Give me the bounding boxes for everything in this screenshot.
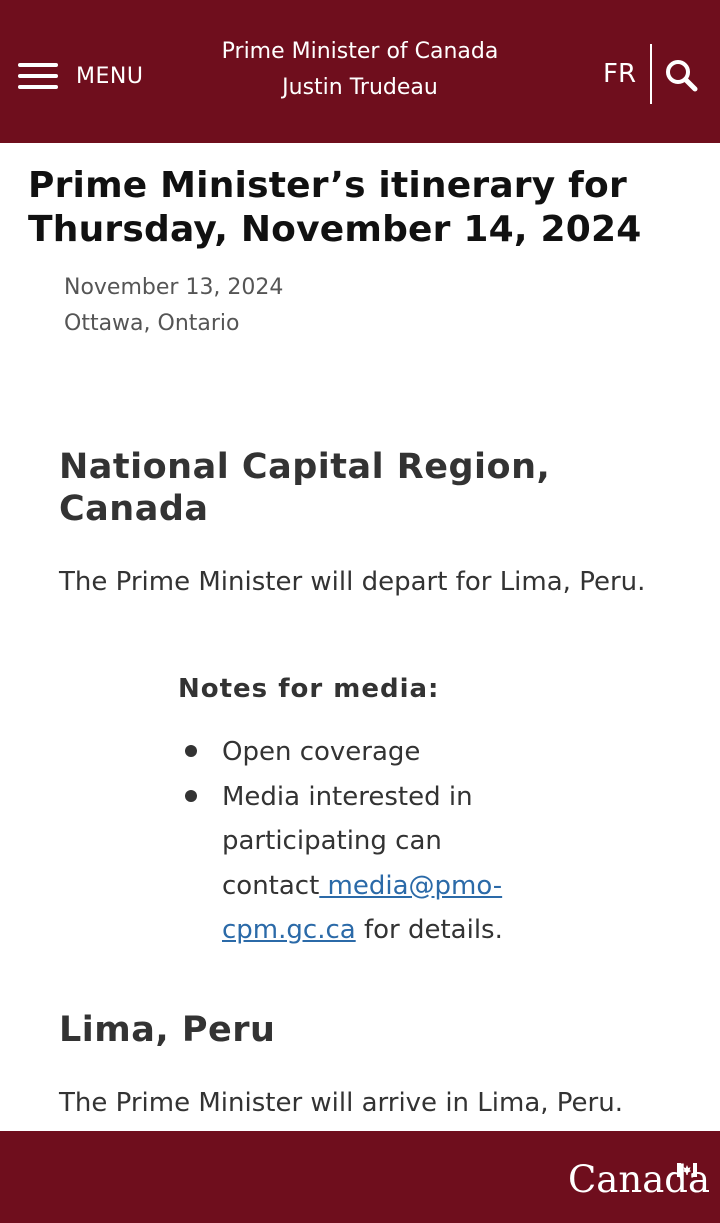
notes-list: Open coverage Media interested in partic… xyxy=(178,730,518,953)
publish-location: Ottawa, Ontario xyxy=(64,311,240,336)
hamburger-menu-icon xyxy=(18,63,58,89)
publish-date: November 13, 2024 xyxy=(64,275,284,300)
page-title: Prime Minister’s itinerary for Thursday,… xyxy=(28,165,642,250)
language-toggle-link[interactable]: FR xyxy=(603,56,636,92)
bullet-icon xyxy=(185,745,197,757)
search-icon xyxy=(666,60,698,92)
section-text-ncr: The Prime Minister will depart for Lima,… xyxy=(59,567,646,597)
page: MENU Prime Minister of Canada Justin Tru… xyxy=(0,0,720,1223)
section-heading-ncr: National Capital Region, Canada xyxy=(59,447,551,529)
menu-button[interactable]: MENU xyxy=(18,56,143,96)
menu-label: MENU xyxy=(76,63,144,89)
canada-flag-icon xyxy=(677,1163,697,1177)
note-open-coverage: Open coverage xyxy=(222,737,421,767)
site-title[interactable]: Prime Minister of Canada Justin Trudeau xyxy=(200,34,520,106)
list-item: Media interested in participating can co… xyxy=(178,775,518,953)
site-header: MENU Prime Minister of Canada Justin Tru… xyxy=(0,0,720,143)
article-meta: November 13, 2024 Ottawa, Ontario xyxy=(64,270,283,342)
site-title-line2: Justin Trudeau xyxy=(282,75,438,100)
site-title-line1: Prime Minister of Canada xyxy=(221,39,499,64)
notes-for-media-heading: Notes for media: xyxy=(178,674,440,704)
search-button[interactable] xyxy=(664,58,698,92)
section-text-lima: The Prime Minister will arrive in Lima, … xyxy=(59,1088,623,1118)
bullet-icon xyxy=(185,789,197,802)
list-item: Open coverage xyxy=(178,730,518,775)
note-details: for details. xyxy=(355,915,503,945)
section-heading-lima: Lima, Peru xyxy=(59,1010,276,1050)
header-divider xyxy=(650,44,652,104)
